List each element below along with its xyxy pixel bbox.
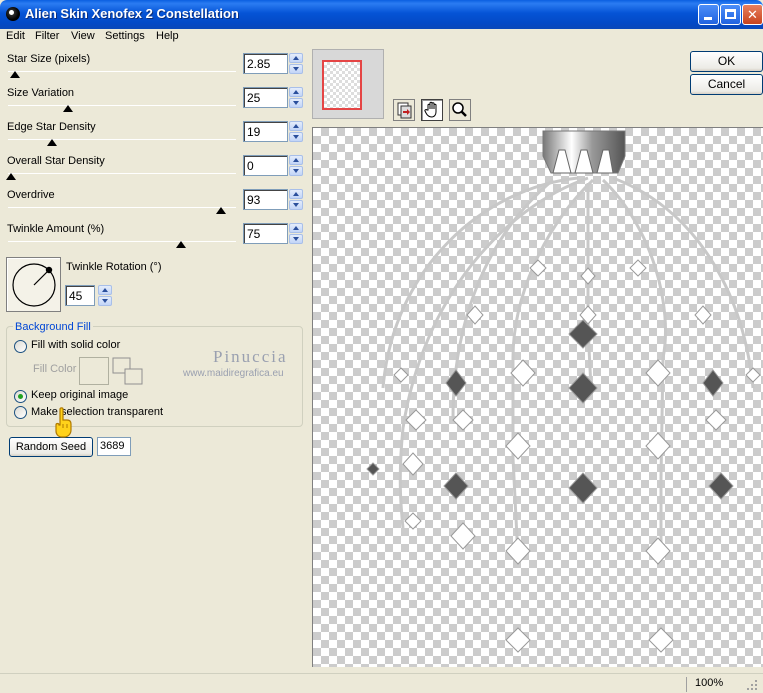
spin-up-icon[interactable] [289,189,303,199]
twinkle-rotation-input[interactable]: 45 [65,285,95,306]
overdrive-label: Overdrive [7,189,55,201]
spin-down-icon[interactable] [289,98,303,108]
spin-up-icon[interactable] [289,155,303,165]
overall-star-density-slider-thumb[interactable] [6,173,16,180]
make-selection-transparent-radio[interactable] [14,406,27,419]
edge-star-density-label: Edge Star Density [7,121,96,133]
menu-view[interactable]: View [71,30,95,42]
size-variation-label: Size Variation [7,87,75,99]
app-icon[interactable] [6,7,20,21]
zoom-tool-button[interactable] [449,99,471,121]
star-size-slider[interactable] [8,71,236,72]
zoom-level: 100% [686,677,740,692]
keep-original-image-radio[interactable] [14,390,27,403]
twinkle-amount-slider[interactable] [8,241,236,242]
cancel-button[interactable]: Cancel [690,74,763,95]
twinkle-amount-label: Twinkle Amount (%) [7,223,105,235]
menu-bar: Edit Filter View Settings Help [0,29,763,45]
spin-up-icon[interactable] [289,121,303,131]
spin-up-icon[interactable] [289,53,303,63]
spin-down-icon[interactable] [98,296,112,306]
size-variation-slider[interactable] [8,105,236,106]
star-size-label: Star Size (pixels) [7,53,91,65]
fill-color-swatch[interactable] [79,357,109,385]
fill-solid-color-radio[interactable] [14,340,27,353]
resize-grip-icon[interactable] [745,678,759,692]
overdrive-spinner[interactable] [289,189,303,210]
spin-down-icon[interactable] [289,234,303,244]
close-icon: ✕ [747,7,758,22]
twinkle-rotation-label: Twinkle Rotation (°) [66,261,162,273]
menu-filter[interactable]: Filter [35,30,59,42]
menu-settings[interactable]: Settings [105,30,145,42]
maximize-icon [725,9,736,19]
twinkle-amount-spinner[interactable] [289,223,303,244]
minimize-icon [704,17,712,20]
overdrive-slider[interactable] [8,207,236,208]
preview-canvas[interactable] [312,127,763,667]
hand-icon [424,101,437,118]
fill-color-label: Fill Color [33,363,77,375]
close-button[interactable]: ✕ [742,4,763,25]
dial-icon [12,263,56,307]
edge-star-density-slider-thumb[interactable] [47,139,57,146]
hand-tool-button[interactable] [421,99,443,121]
overall-star-density-input[interactable]: 0 [243,155,288,176]
keep-original-image-label[interactable]: Keep original image [31,389,128,401]
overall-star-density-spinner[interactable] [289,155,303,176]
random-seed-value[interactable]: 3689 [97,437,131,456]
preview-thumbnail-viewport[interactable] [322,60,362,110]
spin-down-icon[interactable] [289,166,303,176]
edge-star-density-slider[interactable] [8,139,236,140]
spin-up-icon[interactable] [98,285,112,295]
overall-star-density-label: Overall Star Density [7,155,105,167]
twinkle-amount-input[interactable]: 75 [243,223,288,244]
menu-edit[interactable]: Edit [6,30,25,42]
star-size-spinner[interactable] [289,53,303,74]
watermark-url: www.maidiregrafica.eu [183,368,284,379]
magnifier-icon [452,102,467,117]
twinkle-rotation-dial[interactable] [6,257,61,312]
compare-icon [397,102,412,119]
status-bar: 100% [0,673,763,693]
ok-button[interactable]: OK [690,51,763,72]
spin-down-icon[interactable] [289,132,303,142]
spin-down-icon[interactable] [289,64,303,74]
watermark-name: Pinuccia [213,347,288,366]
twinkle-amount-slider-thumb[interactable] [176,241,186,248]
compare-tool-button[interactable] [393,99,415,121]
minimize-button[interactable] [698,4,719,25]
swap-colors-icon[interactable] [112,357,144,387]
ornament-preview-image [366,130,761,653]
window-title: Alien Skin Xenofex 2 Constellation [25,6,239,21]
maximize-button[interactable] [720,4,741,25]
title-bar[interactable]: Alien Skin Xenofex 2 Constellation ✕ [0,0,763,29]
edge-star-density-spinner[interactable] [289,121,303,142]
spin-down-icon[interactable] [289,200,303,210]
overdrive-slider-thumb[interactable] [216,207,226,214]
star-size-slider-thumb[interactable] [10,71,20,78]
background-fill-title: Background Fill [13,321,93,333]
size-variation-input[interactable]: 25 [243,87,288,108]
fill-solid-color-label[interactable]: Fill with solid color [31,339,120,351]
edge-star-density-input[interactable]: 19 [243,121,288,142]
size-variation-slider-thumb[interactable] [63,105,73,112]
pointer-hand-icon [55,407,72,438]
spin-up-icon[interactable] [289,223,303,233]
twinkle-rotation-spinner[interactable] [98,285,112,306]
star-size-input[interactable]: 2.85 [243,53,288,74]
menu-help[interactable]: Help [156,30,179,42]
spin-up-icon[interactable] [289,87,303,97]
size-variation-spinner[interactable] [289,87,303,108]
overall-star-density-slider[interactable] [8,173,236,174]
overdrive-input[interactable]: 93 [243,189,288,210]
